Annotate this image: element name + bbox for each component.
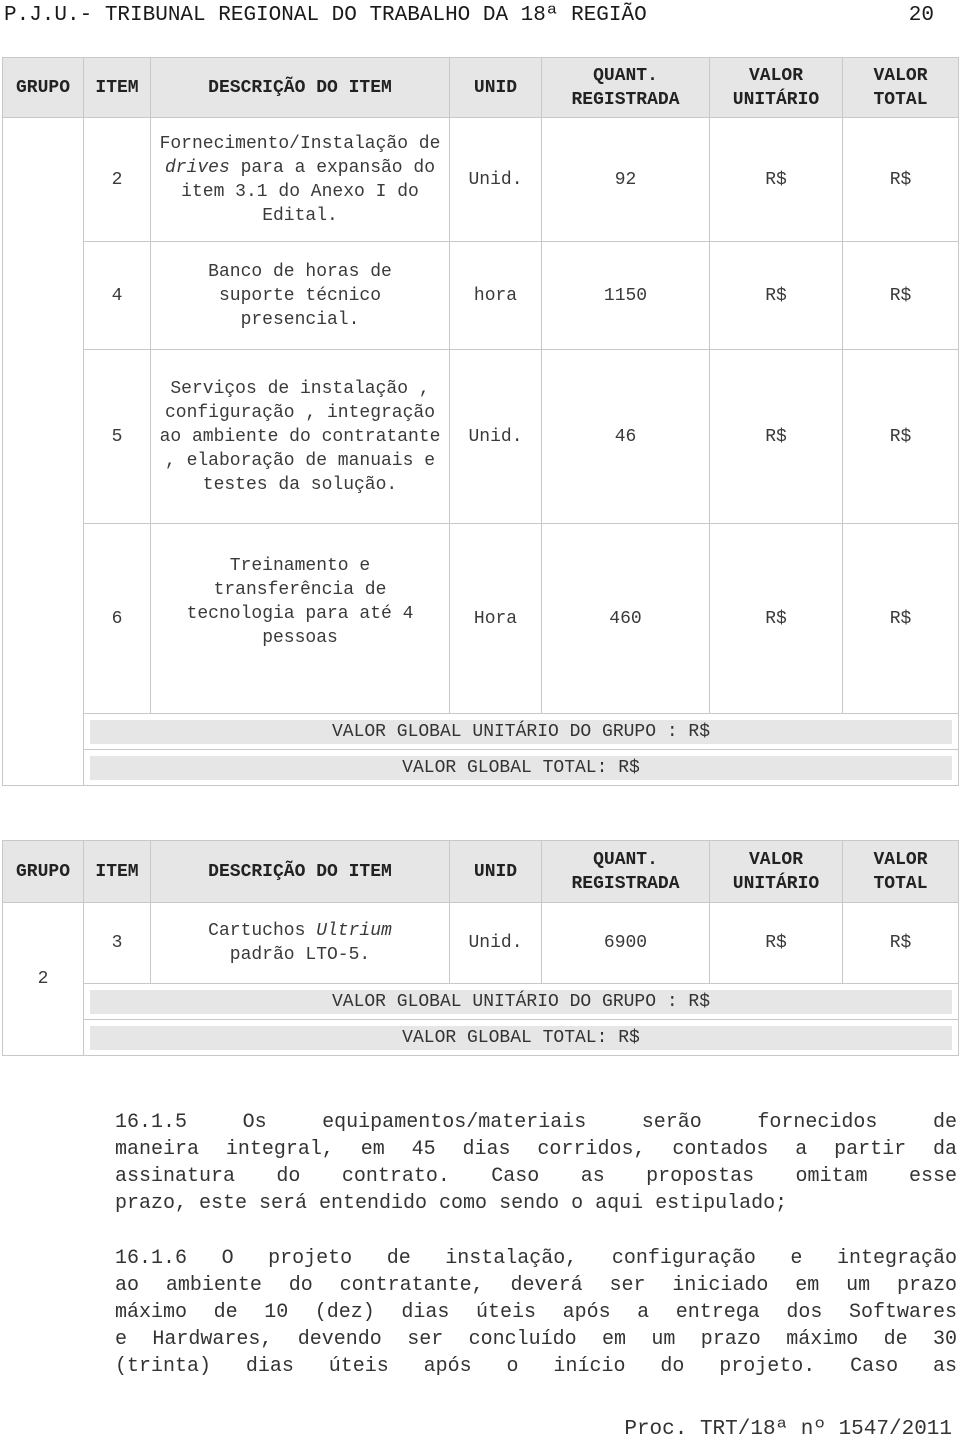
description-cell: Cartuchos Ultrium padrão LTO-5. — [150, 902, 450, 984]
valor-total-cell: R$ — [842, 523, 959, 714]
table-row: 6 Treinamento e transferência de tecnolo… — [3, 523, 959, 714]
valor-total-cell: R$ — [842, 117, 959, 242]
paragraph-16-1-5: 16.1.5 Os equipamentos/materiais serão f… — [115, 1109, 957, 1217]
description-cell: Banco de horas de suporte técnico presen… — [150, 241, 450, 350]
col-quant: QUANT. REGISTRADA — [541, 57, 710, 118]
page-header: P.J.U.- TRIBUNAL REGIONAL DO TRABALHO DA… — [4, 2, 934, 30]
col-valor-unitario: VALOR UNITÁRIO — [709, 57, 843, 118]
valor-total-cell: R$ — [842, 241, 959, 350]
valor-global-unitario: VALOR GLOBAL UNITÁRIO DO GRUPO : R$ — [90, 719, 952, 744]
description-cell: Treinamento e transferência de tecnologi… — [150, 523, 450, 714]
paragraph-line: (trinta) dias úteis após o início do pro… — [115, 1355, 957, 1378]
table-row: 2 Fornecimento/Instalação de drives para… — [2, 117, 959, 786]
paragraph-line: ao ambiente do contratante, deverá ser i… — [115, 1274, 957, 1297]
paragraph-line: 16.1.5 Os equipamentos/materiais serão f… — [115, 1111, 957, 1134]
unid-cell: Unid. — [449, 117, 542, 242]
unid-cell: hora — [449, 241, 542, 350]
summary-row-unit: VALOR GLOBAL UNITÁRIO DO GRUPO : R$ — [3, 713, 959, 750]
col-descricao: DESCRIÇÃO DO ITEM — [150, 57, 450, 118]
unid-cell: Hora — [449, 523, 542, 714]
valor-global-unitario: VALOR GLOBAL UNITÁRIO DO GRUPO : R$ — [90, 989, 952, 1014]
col-valor-total: VALOR TOTAL — [842, 840, 959, 903]
unid-cell: Unid. — [449, 349, 542, 524]
paragraph-line: prazo, este será entendido como sendo o … — [115, 1192, 788, 1215]
header-title: P.J.U.- TRIBUNAL REGIONAL DO TRABALHO DA… — [4, 4, 647, 27]
process-number-footer: Proc. TRT/18ª nº 1547/2011 — [624, 1418, 952, 1441]
col-grupo: GRUPO — [2, 840, 84, 903]
items-table-group-2: GRUPO ITEM DESCRIÇÃO DO ITEM UNID QUANT.… — [2, 840, 959, 1056]
table-header-row: GRUPO ITEM DESCRIÇÃO DO ITEM UNID QUANT.… — [2, 57, 959, 118]
summary-row-unit: VALOR GLOBAL UNITÁRIO DO GRUPO : R$ — [3, 983, 959, 1020]
paragraph-line: máximo de 10 (dez) dias úteis após a ent… — [115, 1301, 957, 1324]
summary-row-total: VALOR GLOBAL TOTAL: R$ — [3, 1019, 959, 1056]
quant-cell: 92 — [541, 117, 710, 242]
grupo-cell: 2 — [2, 902, 84, 1056]
col-descricao: DESCRIÇÃO DO ITEM — [150, 840, 450, 903]
item-cell: 2 — [83, 117, 151, 242]
description-cell: Fornecimento/Instalação de drives para a… — [150, 117, 450, 242]
page-number: 20 — [908, 4, 934, 27]
table-row: 5 Serviços de instalação , configuração … — [3, 349, 959, 524]
col-unid: UNID — [449, 57, 542, 118]
quant-cell: 1150 — [541, 241, 710, 350]
item-cell: 4 — [83, 241, 151, 350]
table-header-row: GRUPO ITEM DESCRIÇÃO DO ITEM UNID QUANT.… — [2, 840, 959, 903]
unid-cell: Unid. — [449, 902, 542, 984]
valor-total-cell: R$ — [842, 902, 959, 984]
table-row: 2 3 Cartuchos Ultrium padrão LTO-5. Unid… — [2, 902, 959, 1056]
valor-unitario-cell: R$ — [709, 902, 843, 984]
valor-unitario-cell: R$ — [709, 117, 843, 242]
summary-row-total: VALOR GLOBAL TOTAL: R$ — [3, 749, 959, 786]
col-unid: UNID — [449, 840, 542, 903]
col-quant: QUANT. REGISTRADA — [541, 840, 710, 903]
item-cell: 3 — [83, 902, 151, 984]
valor-unitario-cell: R$ — [709, 349, 843, 524]
paragraph-line: assinatura do contrato. Caso as proposta… — [115, 1165, 957, 1188]
quant-cell: 46 — [541, 349, 710, 524]
paragraph-line: e Hardwares, devendo ser concluído em um… — [115, 1328, 957, 1351]
quant-cell: 460 — [541, 523, 710, 714]
col-valor-total: VALOR TOTAL — [842, 57, 959, 118]
item-cell: 6 — [83, 523, 151, 714]
items-table-group-1: GRUPO ITEM DESCRIÇÃO DO ITEM UNID QUANT.… — [2, 57, 959, 786]
col-item: ITEM — [83, 840, 151, 903]
paragraph-line: maneira integral, em 45 dias corridos, c… — [115, 1138, 957, 1161]
valor-global-total: VALOR GLOBAL TOTAL: R$ — [90, 755, 952, 780]
valor-unitario-cell: R$ — [709, 241, 843, 350]
quant-cell: 6900 — [541, 902, 710, 984]
description-cell: Serviços de instalação , configuração , … — [150, 349, 450, 524]
item-cell: 5 — [83, 349, 151, 524]
col-grupo: GRUPO — [2, 57, 84, 118]
valor-total-cell: R$ — [842, 349, 959, 524]
table-row: 4 Banco de horas de suporte técnico pres… — [3, 241, 959, 350]
paragraph-16-1-6: 16.1.6 O projeto de instalação, configur… — [115, 1245, 957, 1380]
col-item: ITEM — [83, 57, 151, 118]
valor-global-total: VALOR GLOBAL TOTAL: R$ — [90, 1025, 952, 1050]
col-valor-unitario: VALOR UNITÁRIO — [709, 840, 843, 903]
paragraph-line: 16.1.6 O projeto de instalação, configur… — [115, 1247, 957, 1270]
grupo-cell — [2, 117, 84, 786]
valor-unitario-cell: R$ — [709, 523, 843, 714]
